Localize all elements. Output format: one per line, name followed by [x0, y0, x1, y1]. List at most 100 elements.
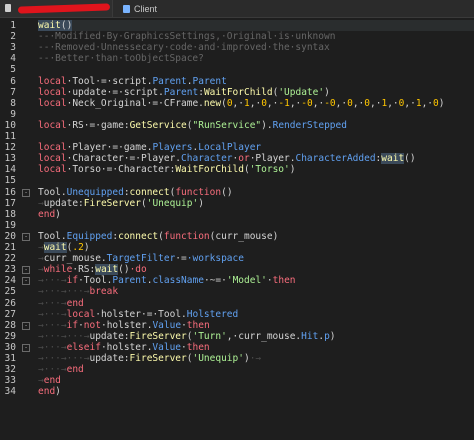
code-token: ·workspace — [186, 253, 244, 265]
code-line[interactable]: →···→···→update:FireServer('Unequip')·→ — [38, 353, 261, 364]
code-line[interactable]: →···→end — [38, 364, 84, 375]
code-token: 'Update' — [278, 86, 325, 98]
code-line[interactable]: local·RS·=·game:GetService("RunService")… — [38, 120, 347, 131]
code-line[interactable]: →while·RS:wait()·do — [38, 264, 147, 276]
fold-toggle-icon[interactable]: - — [22, 232, 30, 241]
code-line[interactable]: →···→end — [38, 298, 84, 309]
code-token: ·holster. — [100, 341, 153, 353]
code-token: Holstered — [186, 308, 239, 320]
code-line[interactable]: →···→elseif·holster.Value·then — [38, 342, 210, 353]
code-token: →···→ — [38, 341, 67, 353]
code-token: ) — [55, 386, 61, 398]
editor-tab-bar: Client — [0, 0, 474, 18]
code-token: ·Neck_Original· — [66, 97, 153, 109]
code-line[interactable]: Tool.Unequipped:connect(function() — [38, 187, 233, 198]
code-line[interactable]: --·Modified·By·GraphicsSettings,·Origina… — [38, 31, 335, 42]
code-token: GetService — [129, 119, 187, 131]
code-token: ). — [261, 119, 273, 131]
code-line[interactable]: local·Torso·=·Character:WaitForChild('To… — [38, 164, 295, 175]
code-line[interactable]: local·update·=·script.Parent:WaitForChil… — [38, 87, 330, 98]
code-line[interactable]: →curr_mouse.TargetFilter·=·workspace — [38, 253, 244, 264]
code-line[interactable]: --·Removed·Unnessecary·code·and·improved… — [38, 42, 330, 53]
code-token: ) — [198, 197, 204, 209]
code-line[interactable]: end) — [38, 386, 61, 397]
code-token: FireServer — [83, 197, 141, 209]
fold-toggle-icon[interactable]: - — [22, 188, 30, 197]
code-token: ·Character: — [112, 164, 176, 176]
line-number: 10 — [4, 119, 16, 131]
code-line[interactable]: local·Tool·=·script.Parent.Parent — [38, 76, 227, 87]
code-token: --·Modified·By·GraphicsSettings,·Origina… — [38, 31, 336, 43]
code-token: ·RS· — [66, 119, 90, 131]
code-token: Parent — [112, 275, 147, 287]
tab-script[interactable] — [0, 0, 113, 17]
code-line[interactable]: local·Character·=·Player.Character·or·Pl… — [38, 153, 416, 165]
line-number: 13 — [4, 153, 16, 165]
code-token: className — [152, 275, 204, 287]
code-token: ·RS: — [72, 264, 96, 276]
code-token: then — [272, 275, 296, 287]
code-token: CharacterAdded — [295, 153, 376, 165]
line-number: 32 — [4, 364, 16, 376]
code-token: 'Turn' — [192, 330, 227, 342]
code-line[interactable]: →end — [38, 375, 61, 386]
code-token: elseif — [66, 341, 101, 353]
code-token: local — [38, 153, 67, 165]
code-line[interactable]: --·Better·than·toObjectSpace? — [38, 53, 204, 64]
code-token: -0 — [301, 97, 313, 109]
code-line[interactable]: →update:FireServer('Unequip') — [38, 198, 204, 209]
code-token: Parent — [163, 86, 199, 98]
code-token: update: — [89, 353, 130, 364]
code-line[interactable]: →···→···→update:FireServer('Turn',·curr_… — [38, 331, 336, 342]
code-line[interactable]: local·Neck_Original·=·CFrame.new(0,·1,·0… — [38, 98, 445, 109]
code-token: ·script. — [106, 75, 153, 87]
fold-toggle-icon[interactable]: - — [22, 277, 30, 286]
code-token: Character — [181, 153, 233, 165]
code-token: --·Better·than·toObjectSpace? — [38, 53, 204, 65]
code-token: local — [38, 97, 67, 109]
code-token: wait — [43, 242, 67, 253]
code-token: Hit — [301, 330, 319, 342]
code-token: →···→···→ — [38, 330, 90, 342]
line-number: 22 — [4, 253, 16, 265]
line-number: 5 — [10, 64, 16, 76]
code-token: ,· — [370, 97, 382, 109]
code-token: ·Tool. — [78, 275, 113, 287]
line-number: 30 — [4, 341, 16, 353]
code-line[interactable]: wait() — [38, 20, 474, 31]
code-line[interactable]: →wait(.2) — [38, 242, 90, 253]
code-token: ·Tool· — [66, 75, 101, 87]
code-token: Tool. — [38, 230, 67, 242]
code-token: ) — [55, 208, 61, 220]
code-token: ) — [438, 97, 445, 109]
code-token: wait — [38, 20, 61, 31]
code-token: ·holster. — [100, 319, 153, 331]
code-token: RenderStepped — [272, 119, 347, 131]
line-number: 23 — [4, 264, 16, 276]
line-number: 2 — [10, 31, 16, 43]
code-token: update: — [43, 197, 84, 209]
code-line[interactable]: local·Player·=·game.Players.LocalPlayer — [38, 142, 261, 153]
code-line[interactable]: →···→if·Tool.Parent.className·~=·'Model'… — [38, 275, 296, 286]
line-number: 7 — [10, 86, 16, 98]
code-line[interactable]: Tool.Equipped:connect(function(curr_mous… — [38, 231, 278, 242]
tab-client[interactable]: Client — [113, 0, 193, 17]
code-editor[interactable]: wait() --·Modified·By·GraphicsSettings,·O… — [38, 18, 474, 440]
fold-toggle-icon[interactable]: - — [22, 343, 30, 352]
line-number: 12 — [4, 142, 16, 154]
line-number: 15 — [4, 175, 16, 187]
code-token: →···→···→ — [38, 286, 90, 298]
code-line[interactable]: end) — [38, 209, 61, 220]
code-token: function — [163, 230, 210, 242]
fold-toggle-icon[interactable]: - — [22, 321, 30, 330]
code-token: FireServer — [129, 330, 187, 342]
code-token: ,· — [335, 97, 348, 109]
fold-toggle-icon[interactable]: - — [22, 266, 30, 275]
line-number: 9 — [10, 108, 16, 120]
code-line[interactable]: →···→local·holster·=·Tool.Holstered — [38, 309, 238, 320]
code-line[interactable]: →···→···→break — [38, 286, 118, 297]
code-token: ,· — [312, 97, 325, 109]
line-number: 33 — [4, 375, 16, 387]
code-token: ·Player. — [135, 153, 182, 165]
code-line[interactable]: →···→if·not·holster.Value·then — [38, 320, 210, 331]
